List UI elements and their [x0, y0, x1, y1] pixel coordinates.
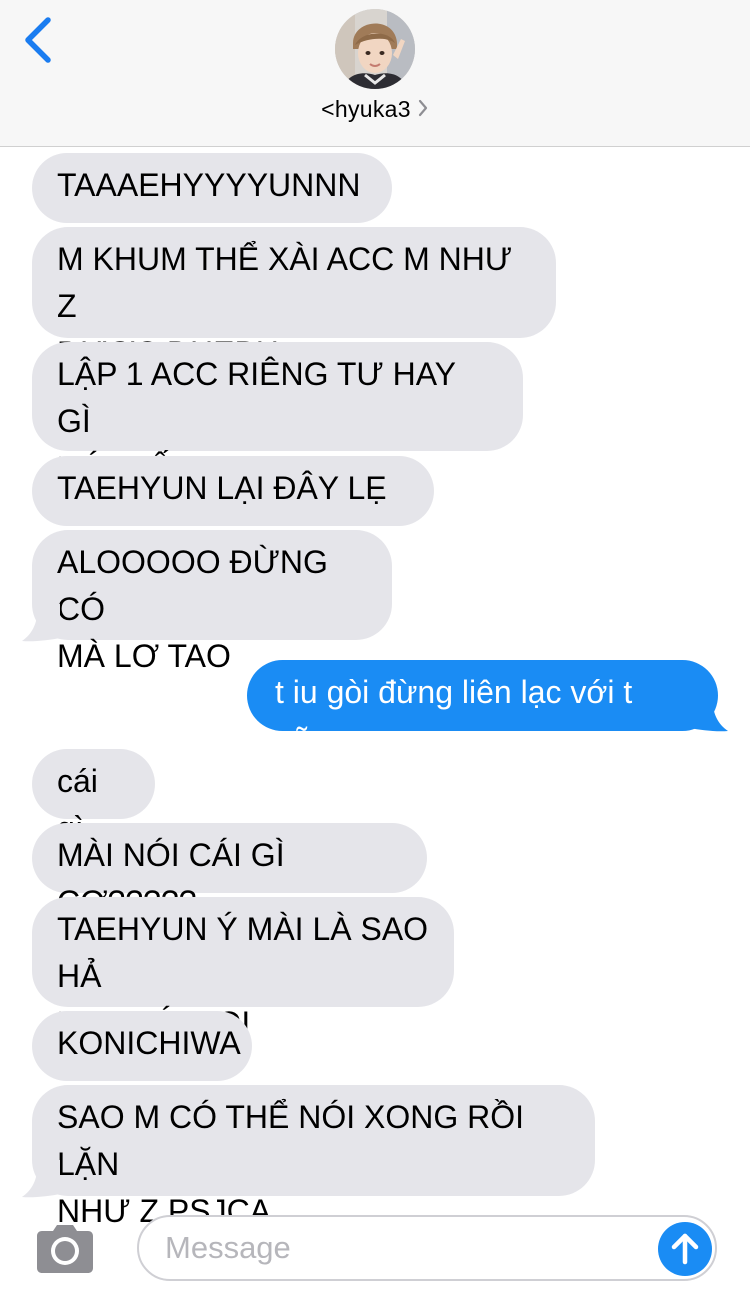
imessage-conversation-screen: <hyuka3 TAAAEHYYYYUNNN M KHUM THỂ XÀI AC…	[0, 0, 750, 1294]
chevron-right-icon	[417, 97, 429, 124]
contact-avatar[interactable]	[335, 9, 415, 89]
message-bubble-incoming[interactable]: LẬP 1 ACC RIÊNG TƯ HAY GÌ ĐÓ GIỐNG Z ĐI	[32, 342, 523, 486]
bubble-tail-incoming	[22, 604, 60, 642]
message-bubble-incoming[interactable]: SAO M CÓ THỂ NÓI XONG RỒI LẶN NHƯ Z PSJC…	[32, 1085, 595, 1229]
avatar-photo	[335, 9, 415, 89]
send-button[interactable]	[658, 1222, 712, 1276]
message-bubble-incoming[interactable]: TAAAEHYYYYUNNN	[32, 153, 392, 223]
bubble-tail-outgoing	[690, 694, 728, 732]
send-arrow-up-icon	[671, 1233, 699, 1265]
message-bubble-incoming[interactable]: MÀI NÓI CÁI GÌ CƠ?????	[32, 823, 427, 920]
message-bubble-incoming[interactable]: TAEHYUN Ý MÀI LÀ SAO HẢ REP CÁI COI	[32, 897, 454, 1041]
camera-icon	[37, 1225, 93, 1273]
message-bubble-incoming[interactable]: KONICHIWA	[32, 1011, 252, 1081]
contact-name: <hyuka3	[321, 96, 411, 122]
conversation-header: <hyuka3	[0, 0, 750, 147]
message-bubble-outgoing[interactable]: t iu gòi đừng liên lạc với t nữa	[247, 660, 718, 757]
message-bubble-incoming[interactable]: ALOOOOO ĐỪNG CÓ MÀ LƠ TAO	[32, 530, 392, 674]
message-composer	[137, 1215, 717, 1281]
message-bubble-incoming[interactable]: TAEHYUN LẠI ĐÂY LẸ	[32, 456, 434, 526]
chevron-left-icon	[25, 17, 51, 63]
contact-name-button[interactable]: <hyuka3	[0, 96, 750, 124]
camera-button[interactable]	[33, 1224, 97, 1274]
message-input[interactable]	[165, 1223, 635, 1273]
message-bubble-incoming[interactable]: cái gì	[32, 749, 155, 846]
back-button[interactable]	[18, 14, 62, 70]
message-bubble-incoming[interactable]: M KHUM THỂ XÀI ACC M NHƯ Z ĐƯỢC DHEBH	[32, 227, 556, 371]
bubble-tail-incoming	[22, 1160, 60, 1198]
